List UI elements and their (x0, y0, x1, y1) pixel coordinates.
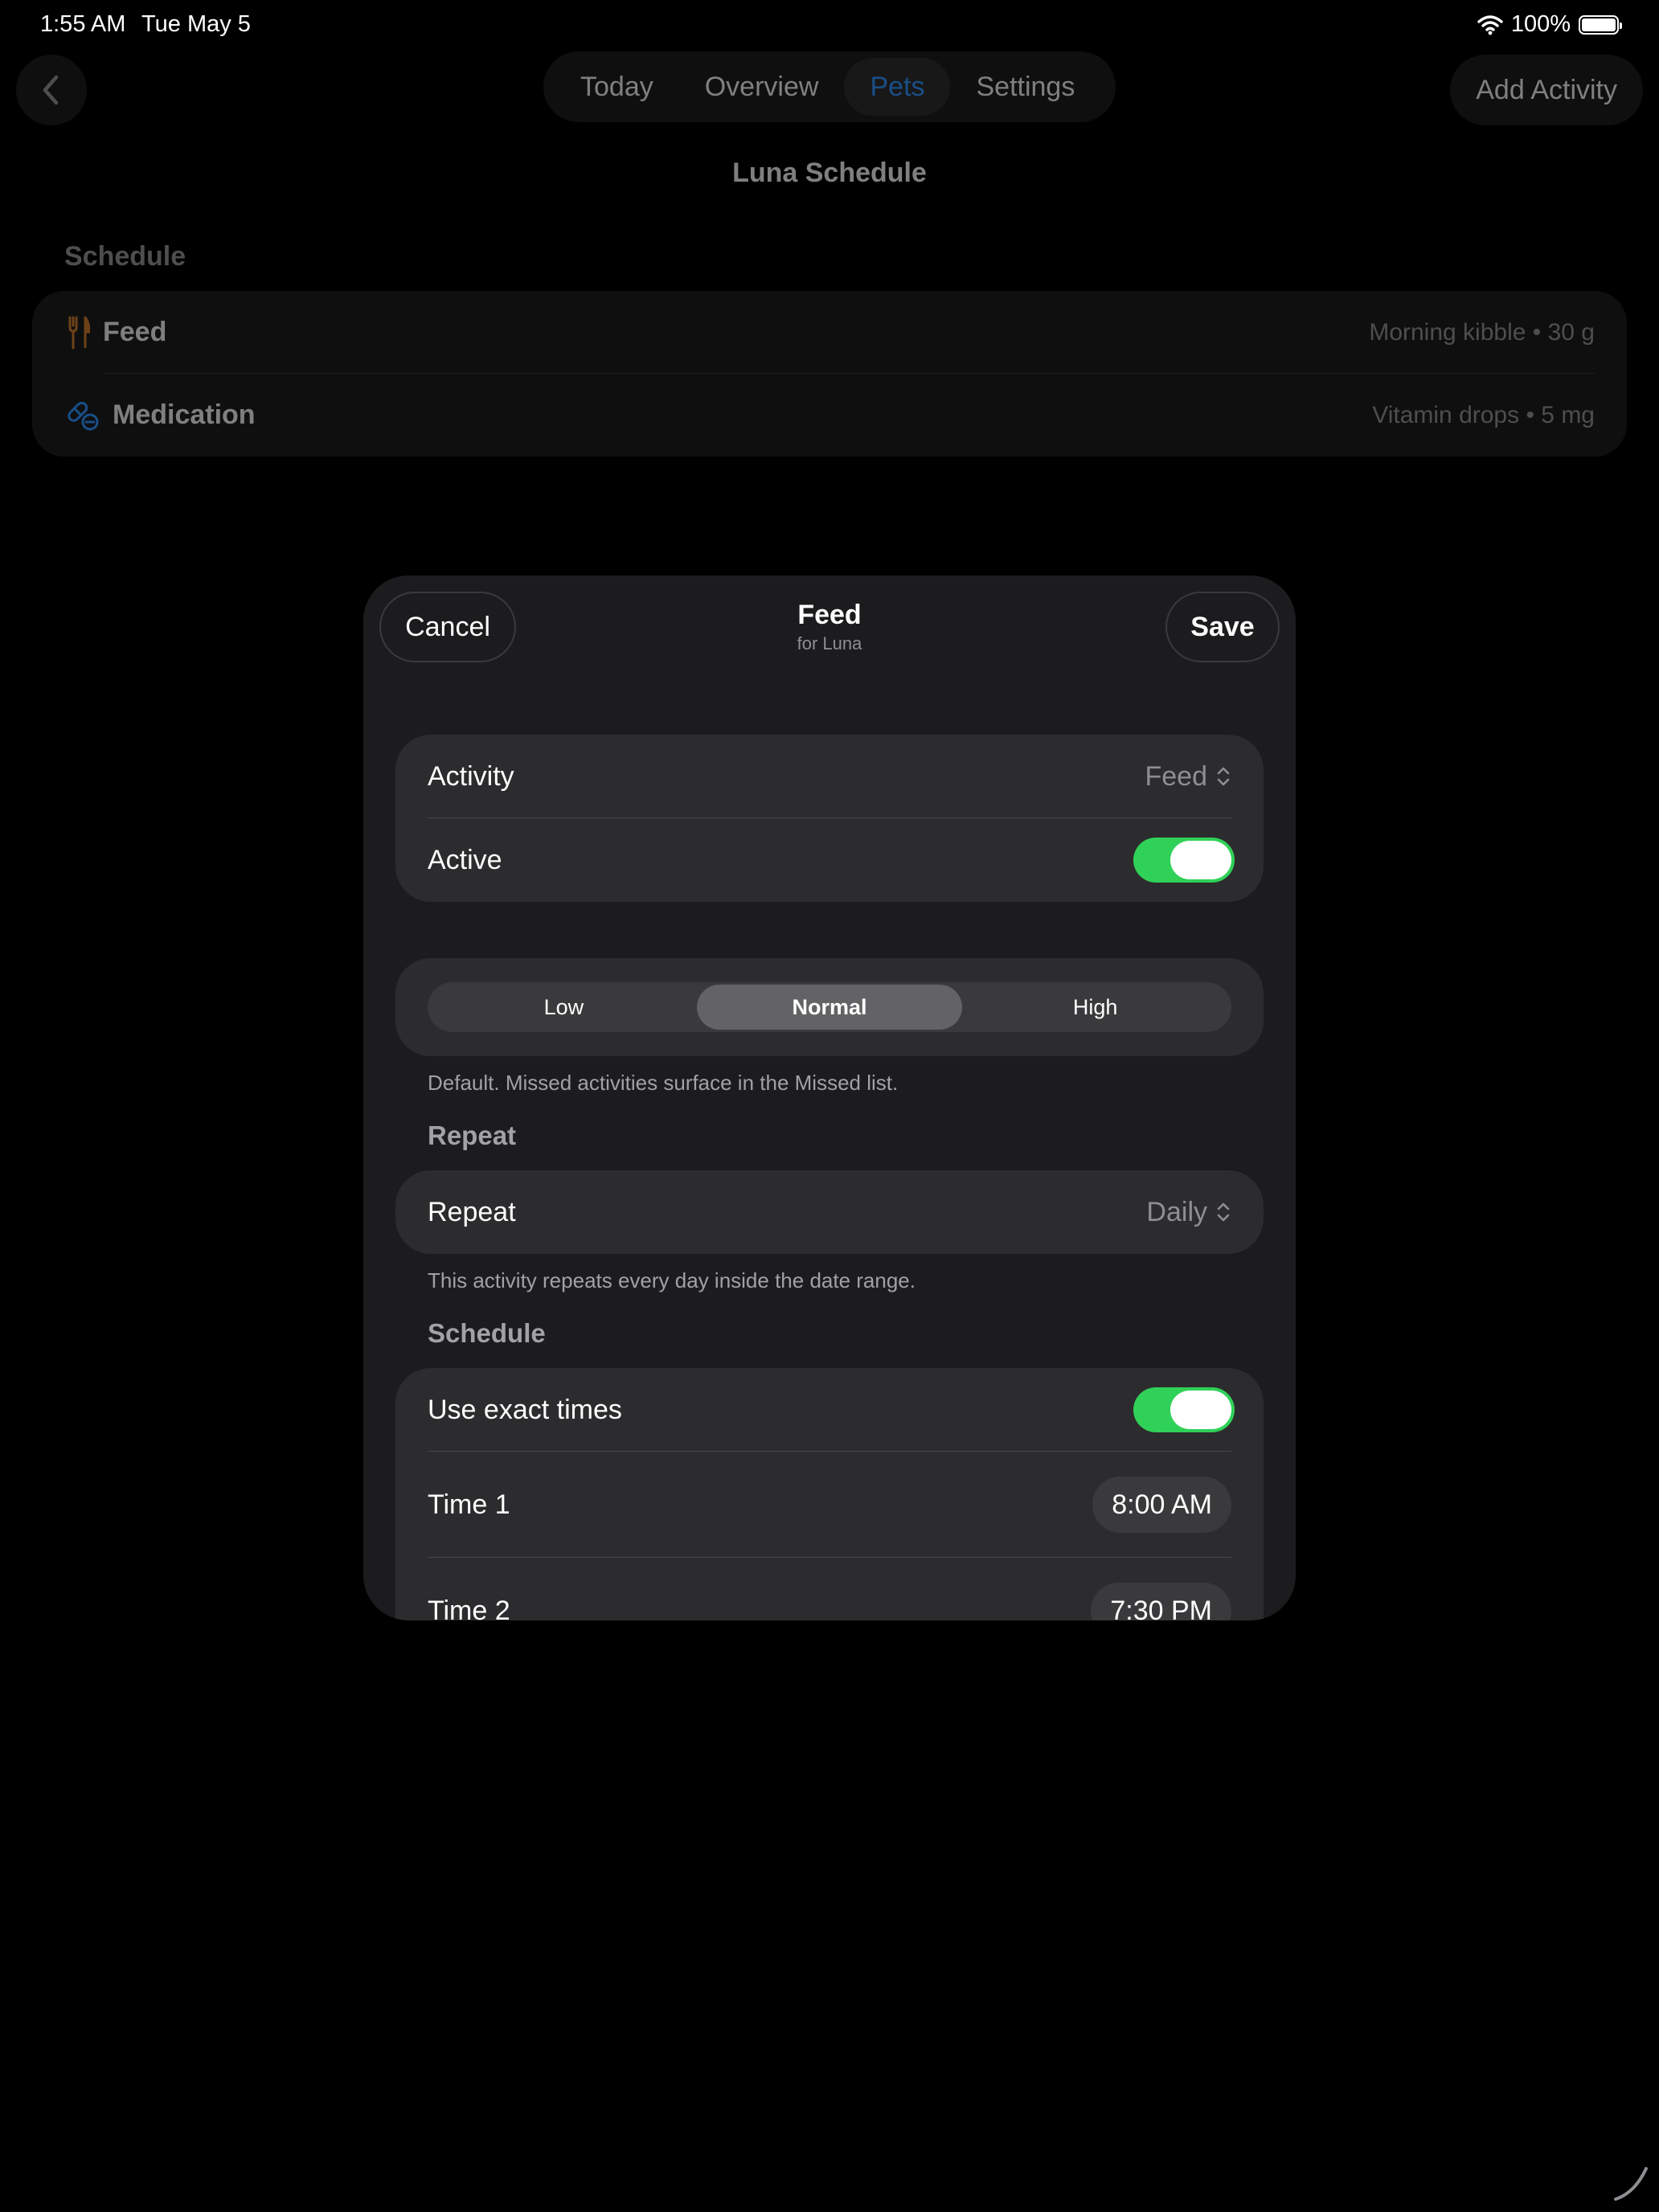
tab-overview[interactable]: Overview (679, 58, 845, 116)
corner-grabber-icon (1614, 2167, 1648, 2201)
repeat-note: This activity repeats every day inside t… (428, 1268, 916, 1292)
schedule-section-header: Schedule (428, 1318, 546, 1348)
time-1-row: Time 1 8:00 AM (395, 1452, 1264, 1558)
toggle-knob (1170, 841, 1231, 879)
tab-bar: Today Overview Pets Settings (543, 51, 1116, 122)
schedule-card: Use exact times Time 1 8:00 AM Time 2 7:… (395, 1368, 1264, 1620)
activity-value: Feed (1145, 761, 1232, 793)
time-1-label: Time 1 (428, 1489, 510, 1520)
repeat-picker-row[interactable]: Repeat Daily (395, 1170, 1264, 1254)
wifi-icon (1477, 14, 1503, 35)
sheet-title: Feed (797, 600, 862, 630)
tab-today[interactable]: Today (555, 58, 679, 116)
time-2-label: Time 2 (428, 1595, 510, 1621)
chevron-up-down-icon (1217, 1202, 1230, 1222)
list-item-detail: Vitamin drops • 5 mg (1372, 401, 1595, 428)
battery-icon (1579, 14, 1622, 35)
repeat-card: Repeat Daily (395, 1170, 1264, 1254)
list-item-label: Feed (103, 317, 167, 347)
list-item-detail: Morning kibble • 30 g (1369, 318, 1595, 346)
exact-times-row: Use exact times (395, 1368, 1264, 1452)
status-bar: 1:55 AM Tue May 5 100% (0, 0, 1659, 51)
priority-segmented-control: Low Normal High (428, 982, 1231, 1032)
fork-knife-icon (68, 316, 90, 349)
active-toggle[interactable] (1133, 838, 1235, 883)
time-1-picker[interactable]: 8:00 AM (1092, 1477, 1231, 1533)
toggle-knob (1170, 1391, 1231, 1429)
time-2-row: Time 2 7:30 PM (395, 1558, 1264, 1620)
schedule-list: Feed Morning kibble • 30 g Medication Vi… (32, 291, 1627, 457)
tab-pets[interactable]: Pets (844, 58, 951, 116)
add-activity-button[interactable]: Add Activity (1450, 55, 1643, 125)
activity-value-text: Feed (1145, 760, 1208, 792)
repeat-value: Daily (1146, 1197, 1231, 1228)
priority-card: Low Normal High (395, 958, 1264, 1056)
exact-times-toggle[interactable] (1133, 1387, 1235, 1432)
list-item-feed[interactable]: Feed Morning kibble • 30 g (32, 291, 1627, 374)
priority-note: Default. Missed activities surface in th… (428, 1071, 899, 1095)
chevron-up-down-icon (1217, 767, 1230, 786)
status-date: Tue May 5 (141, 11, 251, 37)
page-title: Luna Schedule (732, 158, 927, 188)
time-2-picker[interactable]: 7:30 PM (1091, 1583, 1231, 1620)
priority-high[interactable]: High (962, 985, 1228, 1030)
back-button[interactable] (16, 55, 87, 125)
chevron-left-icon (43, 75, 59, 105)
repeat-label: Repeat (428, 1196, 516, 1227)
status-time: 1:55 AM (40, 11, 126, 37)
priority-normal[interactable]: Normal (696, 985, 963, 1030)
exact-times-label: Use exact times (428, 1394, 622, 1425)
schedule-section-header: Schedule (64, 241, 186, 272)
priority-low[interactable]: Low (431, 985, 697, 1030)
activity-label: Activity (428, 760, 514, 792)
tab-settings[interactable]: Settings (950, 58, 1100, 116)
repeat-section-header: Repeat (428, 1120, 517, 1150)
battery-percent: 100% (1510, 11, 1571, 37)
edit-activity-sheet: Cancel Feed for Luna Save Activity Feed … (363, 576, 1296, 1620)
list-item-medication[interactable]: Medication Vitamin drops • 5 mg (32, 374, 1627, 457)
pills-icon (68, 401, 99, 430)
list-item-label: Medication (113, 399, 256, 430)
repeat-value-text: Daily (1146, 1196, 1207, 1227)
save-button[interactable]: Save (1165, 592, 1280, 662)
status-right: 100% (1477, 11, 1622, 38)
activity-card: Activity Feed Active (395, 735, 1264, 902)
activity-picker-row[interactable]: Activity Feed (395, 735, 1264, 818)
sheet-subtitle: for Luna (797, 633, 862, 653)
active-row: Active (395, 818, 1264, 902)
active-label: Active (428, 844, 502, 875)
